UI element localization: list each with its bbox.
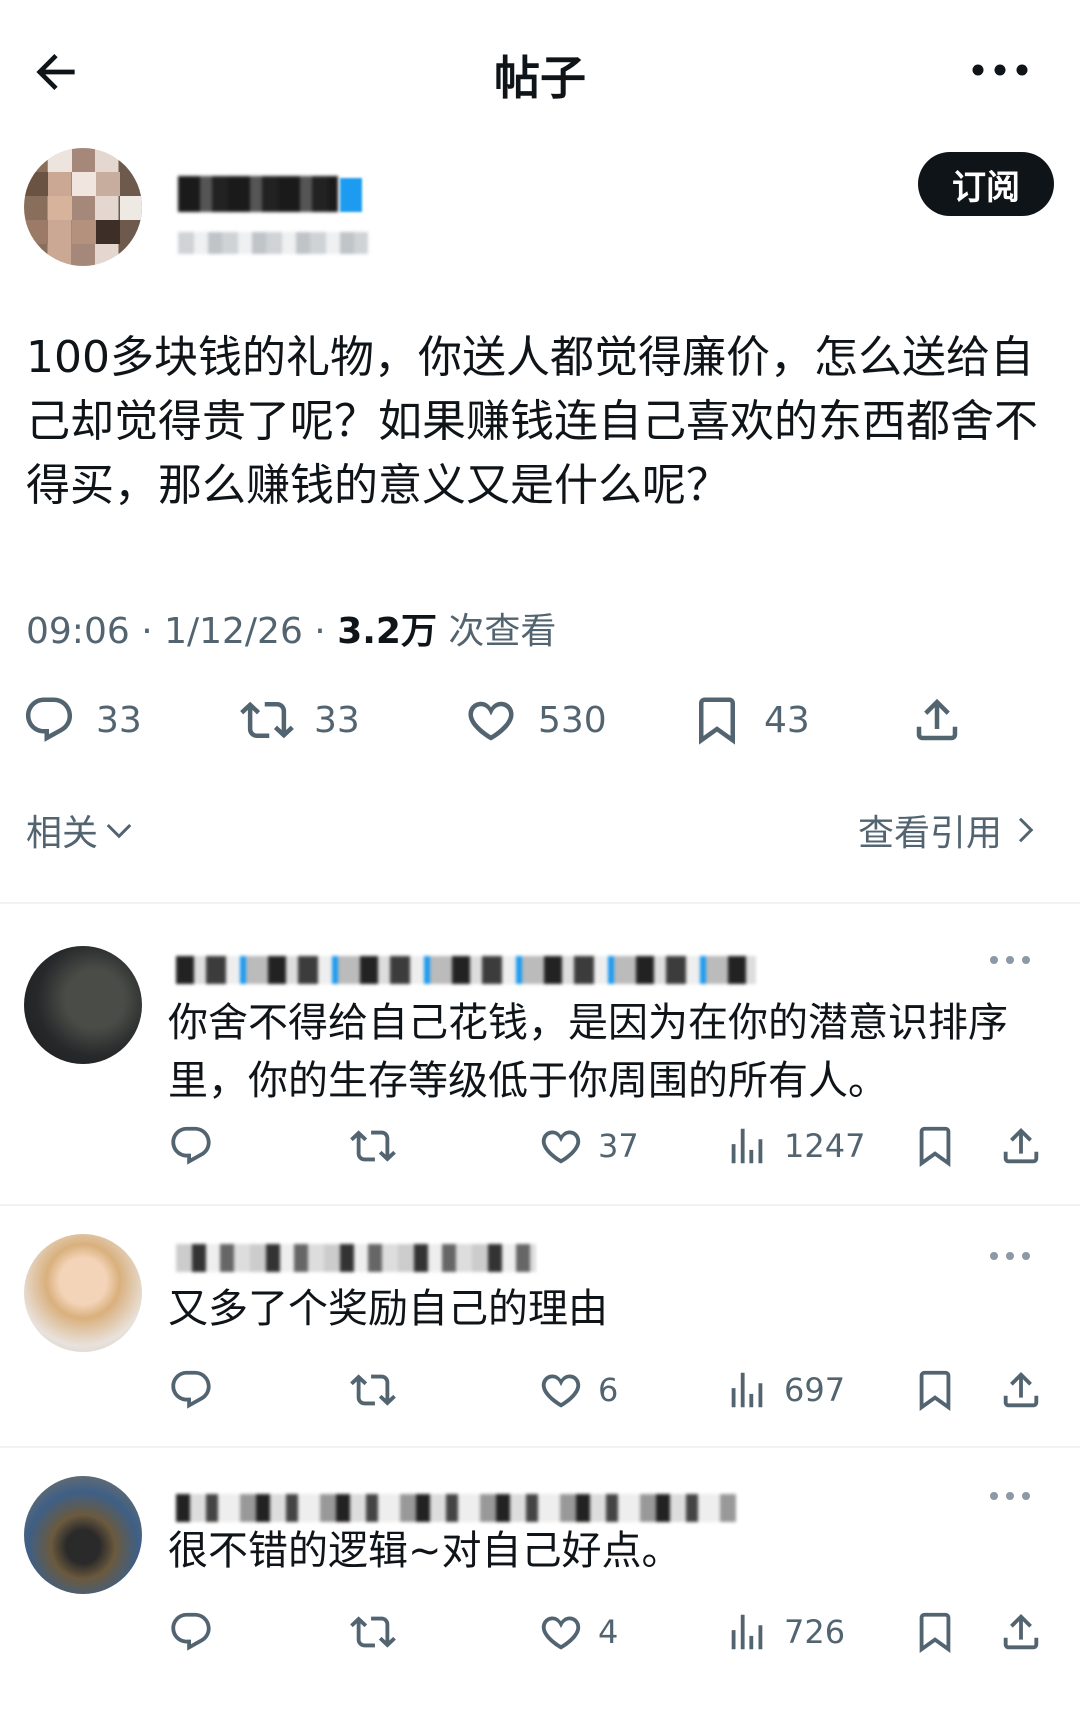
bookmark-icon [699,697,735,745]
reply-button[interactable]: 33 [22,680,142,760]
analytics-icon [731,1614,763,1650]
share-icon [916,698,958,741]
reply-item[interactable]: 很不错的逻辑~对自己好点。 4 726 [0,1448,1080,1720]
bookmark-count: 43 [764,699,810,741]
chevron-right-icon [1018,817,1034,843]
repost-button[interactable]: 33 [240,680,360,760]
like-button[interactable]: 530 [464,680,607,760]
reply-avatar[interactable] [24,1476,142,1594]
reply-author-redacted[interactable] [176,1494,736,1522]
subscribe-button[interactable]: 订阅 [918,152,1054,216]
reply-reply-button[interactable] [168,1116,214,1176]
reply-like-count: 37 [598,1127,639,1165]
repost-count: 33 [314,699,360,741]
share-icon [1003,1127,1039,1164]
view-quotes-label: 查看引用 [857,813,1002,854]
post-timestamp: 09:06 · 1/12/26 · [26,611,338,652]
more-horizontal-icon[interactable] [988,1248,1032,1264]
share-button[interactable] [910,680,964,760]
heart-icon [541,1374,581,1408]
reply-repost-button[interactable] [350,1602,396,1662]
verified-badge-icon [340,178,362,212]
repost-icon [240,701,294,739]
post-actions: 33 33 530 43 [0,680,1080,760]
chevron-down-icon [106,823,132,839]
reply-actions: 37 1247 [0,1116,1080,1176]
reply-views-button[interactable]: 697 [724,1360,845,1420]
view-quotes-link[interactable]: 查看引用 [858,804,1040,856]
post-view-count: 3.2万 [337,611,437,652]
reply-views-button[interactable]: 726 [724,1602,845,1662]
bookmark-icon [919,1370,951,1411]
repost-icon [350,1374,396,1406]
more-horizontal-icon[interactable] [988,1488,1032,1504]
reply-view-count: 726 [784,1613,846,1651]
reply-text: 你舍不得给自己花钱，是因为在你的潜意识排序里，你的生存等级低于你周围的所有人。 [168,1000,1008,1104]
bookmark-icon [919,1126,951,1167]
reply-share-button[interactable] [998,1602,1044,1662]
reply-views-button[interactable]: 1247 [724,1116,865,1176]
related-label: 相关 [26,813,99,854]
more-horizontal-icon[interactable] [988,952,1032,968]
reply-reply-button[interactable] [168,1602,214,1662]
reply-item[interactable]: 你舍不得给自己花钱，是因为在你的潜意识排序里，你的生存等级低于你周围的所有人。 … [0,904,1080,1204]
reply-text: 又多了个奖励自己的理由 [168,1286,608,1332]
reply-share-button[interactable] [998,1360,1044,1420]
reply-actions: 4 726 [0,1602,1080,1662]
page-title: 帖子 [494,51,586,105]
reply-avatar[interactable] [24,1234,142,1352]
reply-item[interactable]: 又多了个奖励自己的理由 6 697 [0,1206,1080,1446]
like-count: 530 [538,699,607,741]
reply-bookmark-button[interactable] [912,1116,958,1176]
more-horizontal-icon[interactable] [970,52,1030,88]
reply-repost-button[interactable] [350,1360,396,1420]
post-author: 订阅 [24,148,1054,278]
reply-view-count: 1247 [784,1127,866,1165]
reply-icon [171,1126,211,1165]
reply-bookmark-button[interactable] [912,1602,958,1662]
reply-view-count: 697 [784,1371,846,1409]
reply-reply-button[interactable] [168,1360,214,1420]
reply-like-count: 6 [598,1371,619,1409]
reply-bookmark-button[interactable] [912,1360,958,1420]
reply-text: 很不错的逻辑~对自己好点。 [168,1528,682,1574]
reply-like-button[interactable]: 4 [538,1602,618,1662]
post-meta: 09:06 · 1/12/26 · 3.2万 次查看 [26,602,556,654]
analytics-icon [731,1372,763,1408]
top-bar: 帖子 [0,0,1080,140]
heart-icon [468,701,514,741]
heart-icon [541,1616,581,1650]
reply-count: 33 [96,699,142,741]
repost-icon [350,1616,396,1648]
share-icon [1003,1613,1039,1650]
post-text: 100多块钱的礼物，你送人都觉得廉价，怎么送给自己却觉得贵了呢？如果赚钱连自己喜… [26,332,1038,511]
author-avatar[interactable] [24,148,142,266]
reply-icon [171,1370,211,1409]
reply-icon [25,697,73,742]
author-handle-redacted [178,232,368,254]
reply-author-redacted[interactable] [176,1244,536,1272]
reply-icon [171,1612,211,1651]
bookmark-icon [919,1612,951,1653]
reply-like-button[interactable]: 37 [538,1116,639,1176]
post-view-label: 次查看 [436,611,557,652]
reply-avatar[interactable] [24,946,142,1064]
reply-like-count: 4 [598,1613,619,1651]
share-icon [1003,1371,1039,1408]
repost-icon [350,1130,396,1162]
author-name-redacted[interactable] [178,176,338,212]
reply-author-redacted[interactable] [176,956,756,984]
reply-share-button[interactable] [998,1116,1044,1176]
reply-repost-button[interactable] [350,1116,396,1176]
heart-icon [541,1130,581,1164]
reply-like-button[interactable]: 6 [538,1360,618,1420]
reply-actions: 6 697 [0,1360,1080,1420]
analytics-icon [731,1128,763,1164]
related-dropdown[interactable]: 相关 [26,804,134,856]
bookmark-button[interactable]: 43 [690,680,810,760]
